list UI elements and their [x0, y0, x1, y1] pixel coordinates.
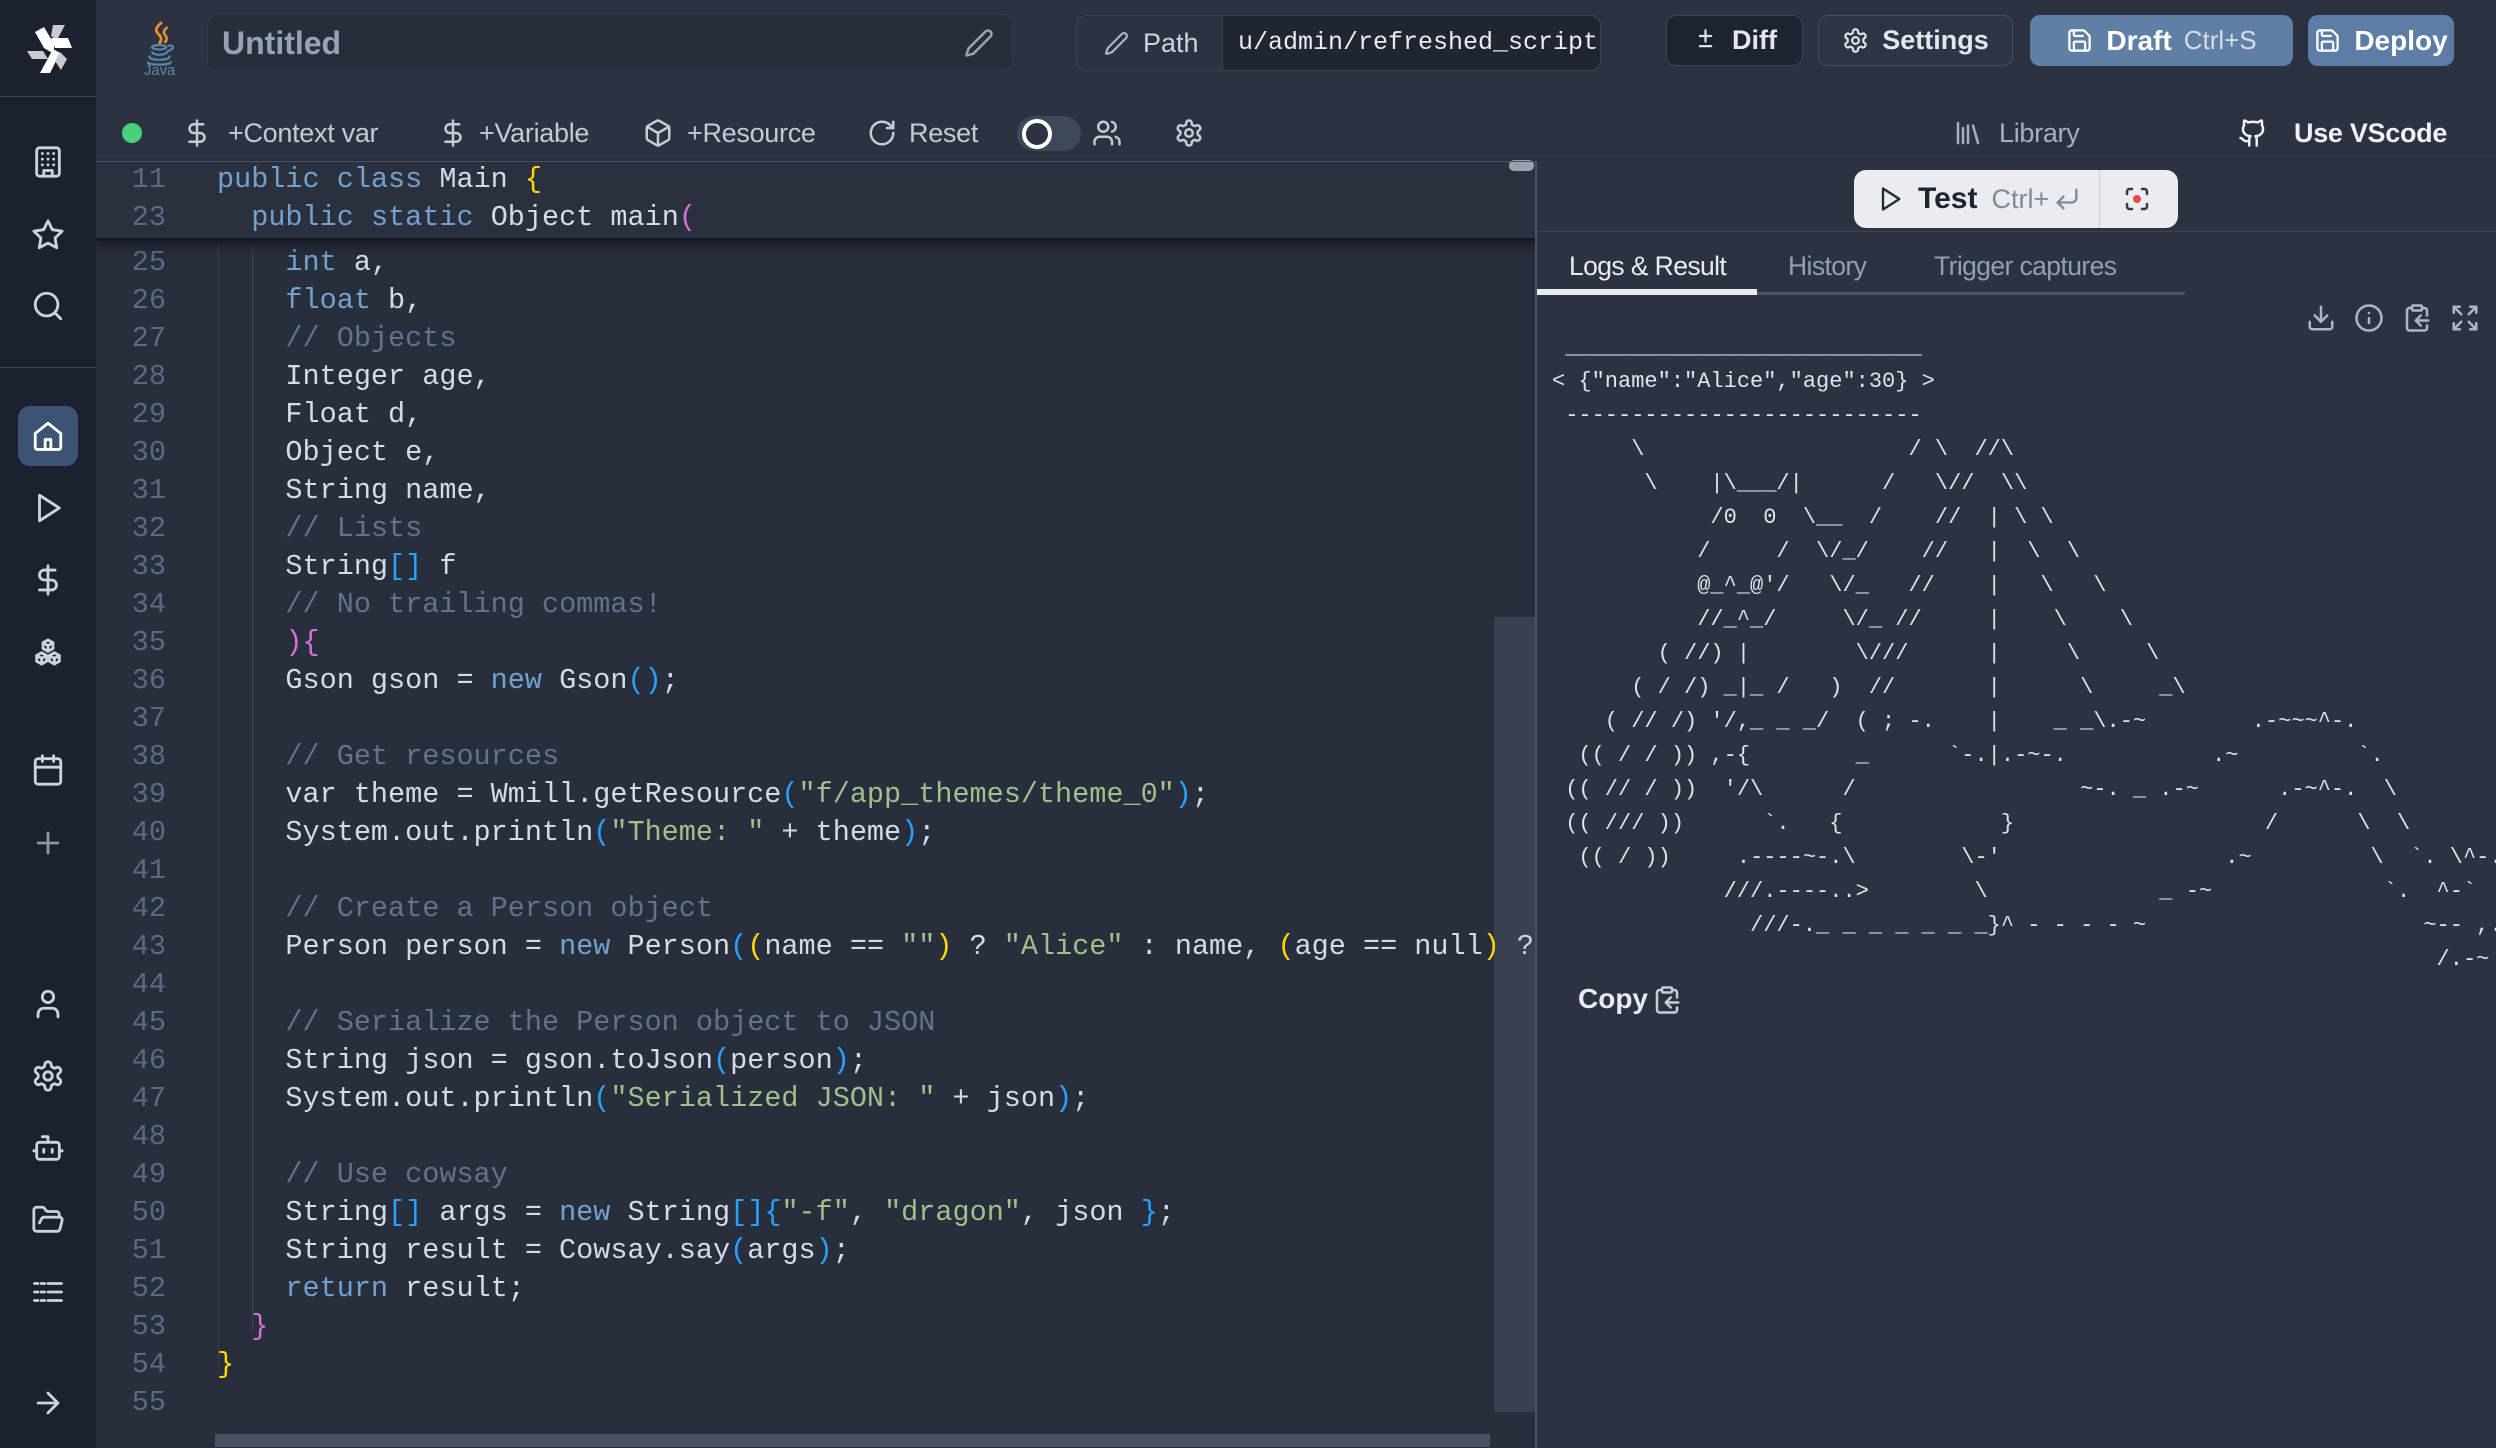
- svg-text:Java: Java: [144, 63, 176, 76]
